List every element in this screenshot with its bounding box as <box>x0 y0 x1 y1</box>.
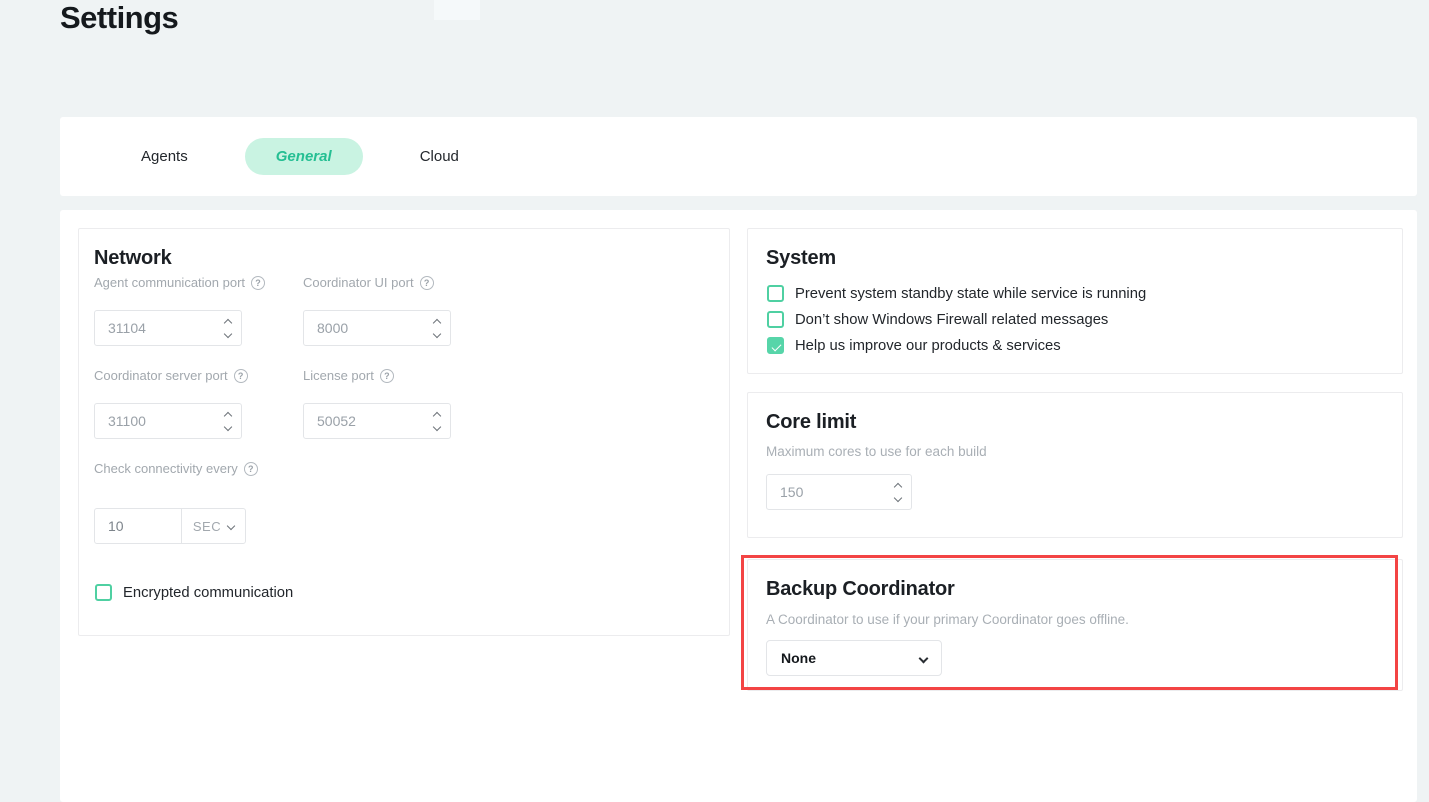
spinner-down-icon[interactable] <box>433 422 441 430</box>
coordinator-server-port-input[interactable] <box>95 413 195 429</box>
network-card: Network Agent communication port ? Coord… <box>78 228 730 636</box>
license-port-input[interactable] <box>304 413 404 429</box>
settings-content: Network Agent communication port ? Coord… <box>60 210 1417 802</box>
coordinator-server-port-input-box <box>94 403 242 439</box>
coordinator-ui-port-input[interactable] <box>304 320 404 336</box>
help-icon[interactable]: ? <box>251 276 265 290</box>
number-spinner <box>434 413 440 430</box>
prevent-standby-label: Prevent system standby state while servi… <box>795 286 1146 302</box>
improve-products-checkbox[interactable] <box>767 337 784 354</box>
field-label-text: Check connectivity every <box>94 461 238 476</box>
spinner-up-icon[interactable] <box>224 318 232 326</box>
system-title: System <box>766 247 836 270</box>
help-icon[interactable]: ? <box>420 276 434 290</box>
settings-tabbar: Agents General Cloud <box>60 117 1417 196</box>
help-icon[interactable]: ? <box>234 369 248 383</box>
field-label-text: Coordinator UI port <box>303 275 414 290</box>
field-label-text: Agent communication port <box>94 275 245 290</box>
number-spinner <box>225 413 231 430</box>
spinner-down-icon[interactable] <box>224 422 232 430</box>
spinner-down-icon[interactable] <box>224 329 232 337</box>
agent-communication-port-input[interactable] <box>95 320 195 336</box>
time-unit-value: SEC <box>193 519 221 534</box>
field-label-text: License port <box>303 368 374 383</box>
help-icon[interactable]: ? <box>380 369 394 383</box>
spinner-up-icon[interactable] <box>433 411 441 419</box>
coordinator-server-port-label: Coordinator server port ? <box>94 368 248 383</box>
field-label-text: Coordinator server port <box>94 368 228 383</box>
core-limit-input[interactable] <box>767 484 867 500</box>
firewall-messages-label: Don’t show Windows Firewall related mess… <box>795 312 1108 328</box>
number-spinner <box>225 320 231 337</box>
check-connectivity-label: Check connectivity every ? <box>94 461 258 476</box>
tab-agents[interactable]: Agents <box>118 138 211 175</box>
firewall-messages-row: Don’t show Windows Firewall related mess… <box>767 311 1108 328</box>
check-connectivity-input-box: SEC <box>94 508 246 544</box>
spinner-down-icon[interactable] <box>894 493 902 501</box>
backup-coordinator-selected-value: None <box>781 650 816 666</box>
spinner-up-icon[interactable] <box>894 482 902 490</box>
help-icon[interactable]: ? <box>244 462 258 476</box>
prevent-standby-checkbox[interactable] <box>767 285 784 302</box>
core-limit-title: Core limit <box>766 411 856 434</box>
chevron-down-icon <box>227 522 235 530</box>
tab-general[interactable]: General <box>245 138 363 175</box>
core-limit-card: Core limit Maximum cores to use for each… <box>747 392 1403 538</box>
prevent-standby-row: Prevent system standby state while servi… <box>767 285 1146 302</box>
chevron-down-icon <box>919 653 929 663</box>
spinner-down-icon[interactable] <box>433 329 441 337</box>
tab-cloud[interactable]: Cloud <box>397 138 482 175</box>
improve-products-label: Help us improve our products & services <box>795 338 1061 354</box>
license-port-label: License port ? <box>303 368 394 383</box>
agent-communication-port-label: Agent communication port ? <box>94 275 265 290</box>
coordinator-ui-port-input-box <box>303 310 451 346</box>
core-limit-subtitle: Maximum cores to use for each build <box>766 444 987 459</box>
backup-coordinator-card: Backup Coordinator A Coordinator to use … <box>747 559 1403 691</box>
backup-coordinator-subtitle: A Coordinator to use if your primary Coo… <box>766 612 1129 627</box>
agent-communication-port-input-box <box>94 310 242 346</box>
core-limit-input-box <box>766 474 912 510</box>
check-connectivity-input[interactable] <box>95 518 179 534</box>
spinner-up-icon[interactable] <box>433 318 441 326</box>
coordinator-ui-port-label: Coordinator UI port ? <box>303 275 434 290</box>
license-port-input-box <box>303 403 451 439</box>
firewall-messages-checkbox[interactable] <box>767 311 784 328</box>
number-spinner <box>434 320 440 337</box>
encrypted-communication-row: Encrypted communication <box>95 584 293 601</box>
system-card: System Prevent system standby state whil… <box>747 228 1403 374</box>
spinner-up-icon[interactable] <box>224 411 232 419</box>
encrypted-communication-label: Encrypted communication <box>123 585 293 601</box>
encrypted-communication-checkbox[interactable] <box>95 584 112 601</box>
backup-coordinator-select[interactable]: None <box>766 640 942 676</box>
improve-products-row: Help us improve our products & services <box>767 337 1061 354</box>
time-unit-select[interactable]: SEC <box>181 509 245 543</box>
backup-coordinator-title: Backup Coordinator <box>766 578 955 601</box>
number-spinner <box>895 484 901 501</box>
page-title: Settings <box>60 0 178 36</box>
top-faint-rectangle <box>434 0 480 20</box>
network-title: Network <box>94 247 172 270</box>
